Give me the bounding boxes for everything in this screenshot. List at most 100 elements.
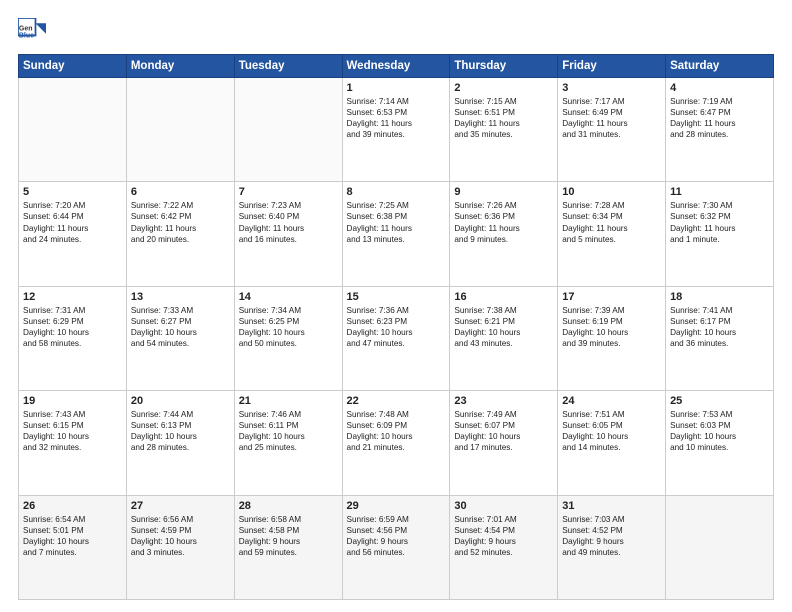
day-number: 15 xyxy=(347,291,446,303)
cell-info: Sunrise: 7:33 AM Sunset: 6:27 PM Dayligh… xyxy=(131,305,230,349)
weekday-header: Monday xyxy=(126,55,234,78)
calendar-week-row: 1 Sunrise: 7:14 AM Sunset: 6:53 PM Daylig… xyxy=(19,78,774,182)
day-number: 16 xyxy=(454,291,553,303)
calendar-cell: 26Sunrise: 6:54 AM Sunset: 5:01 PM Dayli… xyxy=(19,495,127,599)
calendar-week-row: 5 Sunrise: 7:20 AM Sunset: 6:44 PM Daylig… xyxy=(19,182,774,286)
calendar-cell: 19Sunrise: 7:43 AM Sunset: 6:15 PM Dayli… xyxy=(19,391,127,495)
day-number: 1 xyxy=(347,82,446,94)
cell-info: Sunrise: 7:03 AM Sunset: 4:52 PM Dayligh… xyxy=(562,514,661,558)
day-number: 26 xyxy=(23,500,122,512)
calendar-table: SundayMondayTuesdayWednesdayThursdayFrid… xyxy=(18,54,774,600)
day-number: 19 xyxy=(23,395,122,407)
day-number: 9 xyxy=(454,186,553,198)
day-number: 17 xyxy=(562,291,661,303)
weekday-header: Friday xyxy=(558,55,666,78)
calendar-cell: 27 Sunrise: 6:56 AM Sunset: 4:59 PM Dayli… xyxy=(126,495,234,599)
calendar-cell: 30 Sunrise: 7:01 AM Sunset: 4:54 PM Dayli… xyxy=(450,495,558,599)
weekday-header: Saturday xyxy=(666,55,774,78)
calendar-cell: 24 Sunrise: 7:51 AM Sunset: 6:05 PM Dayli… xyxy=(558,391,666,495)
calendar-cell: 15 Sunrise: 7:36 AM Sunset: 6:23 PM Dayli… xyxy=(342,286,450,390)
calendar-cell: 3 Sunrise: 7:17 AM Sunset: 6:49 PM Daylig… xyxy=(558,78,666,182)
calendar-week-row: 12 Sunrise: 7:31 AM Sunset: 6:29 PM Dayli… xyxy=(19,286,774,390)
calendar-cell: 16 Sunrise: 7:38 AM Sunset: 6:21 PM Dayli… xyxy=(450,286,558,390)
calendar-cell: 4Sunrise: 7:19 AM Sunset: 6:47 PM Daylig… xyxy=(666,78,774,182)
day-number: 25 xyxy=(670,395,769,407)
cell-info: Sunrise: 7:15 AM Sunset: 6:51 PM Dayligh… xyxy=(454,96,553,140)
calendar-cell xyxy=(19,78,127,182)
weekday-header: Sunday xyxy=(19,55,127,78)
calendar-cell: 28 Sunrise: 6:58 AM Sunset: 4:58 PM Dayli… xyxy=(234,495,342,599)
calendar-cell: 12 Sunrise: 7:31 AM Sunset: 6:29 PM Dayli… xyxy=(19,286,127,390)
calendar-cell: 7 Sunrise: 7:23 AM Sunset: 6:40 PM Daylig… xyxy=(234,182,342,286)
cell-info: Sunrise: 7:19 AM Sunset: 6:47 PM Dayligh… xyxy=(670,96,769,140)
logo: Gen Blue xyxy=(18,18,50,46)
cell-info: Sunrise: 7:51 AM Sunset: 6:05 PM Dayligh… xyxy=(562,409,661,453)
calendar-cell: 5 Sunrise: 7:20 AM Sunset: 6:44 PM Daylig… xyxy=(19,182,127,286)
cell-info: Sunrise: 7:23 AM Sunset: 6:40 PM Dayligh… xyxy=(239,200,338,244)
cell-info: Sunrise: 7:22 AM Sunset: 6:42 PM Dayligh… xyxy=(131,200,230,244)
cell-info: Sunrise: 7:39 AM Sunset: 6:19 PM Dayligh… xyxy=(562,305,661,349)
logo-icon: Gen Blue xyxy=(18,18,46,46)
calendar-cell: 25Sunrise: 7:53 AM Sunset: 6:03 PM Dayli… xyxy=(666,391,774,495)
svg-text:Gen: Gen xyxy=(19,25,33,32)
calendar-cell: 1 Sunrise: 7:14 AM Sunset: 6:53 PM Daylig… xyxy=(342,78,450,182)
cell-info: Sunrise: 6:59 AM Sunset: 4:56 PM Dayligh… xyxy=(347,514,446,558)
cell-info: Sunrise: 7:44 AM Sunset: 6:13 PM Dayligh… xyxy=(131,409,230,453)
calendar-cell: 9 Sunrise: 7:26 AM Sunset: 6:36 PM Daylig… xyxy=(450,182,558,286)
day-number: 10 xyxy=(562,186,661,198)
calendar-cell xyxy=(126,78,234,182)
day-number: 12 xyxy=(23,291,122,303)
cell-info: Sunrise: 7:30 AM Sunset: 6:32 PM Dayligh… xyxy=(670,200,769,244)
cell-info: Sunrise: 7:01 AM Sunset: 4:54 PM Dayligh… xyxy=(454,514,553,558)
page: Gen Blue SundayMondayTuesdayWednesdayThu… xyxy=(0,0,792,612)
cell-info: Sunrise: 7:14 AM Sunset: 6:53 PM Dayligh… xyxy=(347,96,446,140)
day-number: 24 xyxy=(562,395,661,407)
calendar-body: 1 Sunrise: 7:14 AM Sunset: 6:53 PM Daylig… xyxy=(19,78,774,600)
cell-info: Sunrise: 7:46 AM Sunset: 6:11 PM Dayligh… xyxy=(239,409,338,453)
calendar-cell: 14 Sunrise: 7:34 AM Sunset: 6:25 PM Dayli… xyxy=(234,286,342,390)
day-number: 27 xyxy=(131,500,230,512)
calendar-week-row: 19Sunrise: 7:43 AM Sunset: 6:15 PM Dayli… xyxy=(19,391,774,495)
day-number: 30 xyxy=(454,500,553,512)
calendar-cell: 17 Sunrise: 7:39 AM Sunset: 6:19 PM Dayli… xyxy=(558,286,666,390)
calendar-cell: 29 Sunrise: 6:59 AM Sunset: 4:56 PM Dayli… xyxy=(342,495,450,599)
weekday-header: Tuesday xyxy=(234,55,342,78)
calendar-week-row: 26Sunrise: 6:54 AM Sunset: 5:01 PM Dayli… xyxy=(19,495,774,599)
day-number: 3 xyxy=(562,82,661,94)
day-number: 18 xyxy=(670,291,769,303)
calendar-cell xyxy=(666,495,774,599)
weekday-header: Thursday xyxy=(450,55,558,78)
cell-info: Sunrise: 7:26 AM Sunset: 6:36 PM Dayligh… xyxy=(454,200,553,244)
day-number: 29 xyxy=(347,500,446,512)
cell-info: Sunrise: 7:36 AM Sunset: 6:23 PM Dayligh… xyxy=(347,305,446,349)
calendar-cell: 22 Sunrise: 7:48 AM Sunset: 6:09 PM Dayli… xyxy=(342,391,450,495)
day-number: 7 xyxy=(239,186,338,198)
cell-info: Sunrise: 6:58 AM Sunset: 4:58 PM Dayligh… xyxy=(239,514,338,558)
day-number: 13 xyxy=(131,291,230,303)
day-number: 28 xyxy=(239,500,338,512)
day-number: 21 xyxy=(239,395,338,407)
weekday-header: Wednesday xyxy=(342,55,450,78)
calendar-cell: 31 Sunrise: 7:03 AM Sunset: 4:52 PM Dayli… xyxy=(558,495,666,599)
cell-info: Sunrise: 7:31 AM Sunset: 6:29 PM Dayligh… xyxy=(23,305,122,349)
cell-info: Sunrise: 6:56 AM Sunset: 4:59 PM Dayligh… xyxy=(131,514,230,558)
day-number: 6 xyxy=(131,186,230,198)
calendar-cell: 23 Sunrise: 7:49 AM Sunset: 6:07 PM Dayli… xyxy=(450,391,558,495)
day-number: 8 xyxy=(347,186,446,198)
cell-info: Sunrise: 7:49 AM Sunset: 6:07 PM Dayligh… xyxy=(454,409,553,453)
day-number: 23 xyxy=(454,395,553,407)
day-number: 31 xyxy=(562,500,661,512)
cell-info: Sunrise: 7:41 AM Sunset: 6:17 PM Dayligh… xyxy=(670,305,769,349)
cell-info: Sunrise: 7:25 AM Sunset: 6:38 PM Dayligh… xyxy=(347,200,446,244)
cell-info: Sunrise: 7:38 AM Sunset: 6:21 PM Dayligh… xyxy=(454,305,553,349)
cell-info: Sunrise: 7:17 AM Sunset: 6:49 PM Dayligh… xyxy=(562,96,661,140)
weekday-row: SundayMondayTuesdayWednesdayThursdayFrid… xyxy=(19,55,774,78)
day-number: 5 xyxy=(23,186,122,198)
cell-info: Sunrise: 7:48 AM Sunset: 6:09 PM Dayligh… xyxy=(347,409,446,453)
calendar-cell xyxy=(234,78,342,182)
calendar-header: SundayMondayTuesdayWednesdayThursdayFrid… xyxy=(19,55,774,78)
day-number: 14 xyxy=(239,291,338,303)
cell-info: Sunrise: 7:34 AM Sunset: 6:25 PM Dayligh… xyxy=(239,305,338,349)
cell-info: Sunrise: 7:20 AM Sunset: 6:44 PM Dayligh… xyxy=(23,200,122,244)
day-number: 22 xyxy=(347,395,446,407)
